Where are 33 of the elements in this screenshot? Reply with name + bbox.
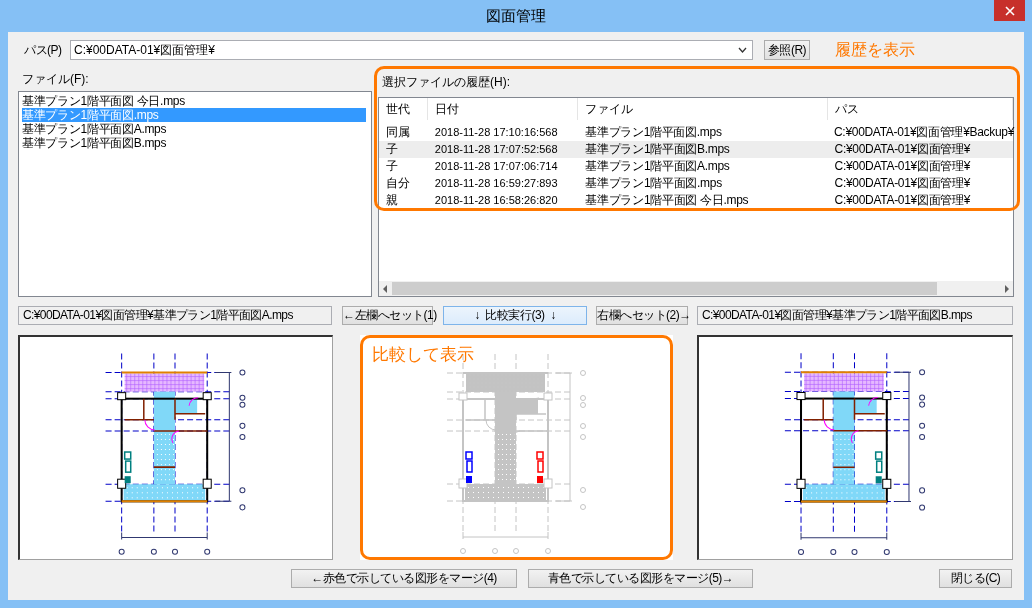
caret-icon: [738, 47, 747, 53]
history-row[interactable]: 子 2018-11-28 17:07:06:714 基準プラン1階平面図A.mps C:¥00DATA-01¥図面管理¥: [379, 158, 1013, 175]
history-row[interactable]: 子 2018-11-28 17:07:52:568 基準プラン1階平面図B.mps C:¥00DATA-01¥図面管理¥: [379, 141, 1013, 158]
column-header[interactable]: ファイル: [578, 98, 828, 120]
close-dialog-button[interactable]: 閉じる(C): [939, 569, 1012, 588]
browse-button[interactable]: 参照(R): [764, 40, 810, 60]
file-list[interactable]: 基準プラン1階平面図 今日.mps 基準プラン1階平面図.mps 基準プラン1階平面図A.mps 基準プラン1階平面図B.mps: [18, 91, 372, 297]
file-list-label: ファイル(F):: [22, 71, 89, 85]
callout-label: 比較して表示: [372, 344, 474, 366]
merge-left-button[interactable]: ←赤色で示している図形をマージ(4): [291, 569, 517, 588]
column-header[interactable]: 日付: [427, 98, 579, 120]
horizontal-scrollbar[interactable]: [379, 281, 1013, 296]
file-list-item[interactable]: 基準プラン1階平面図B.mps: [22, 136, 366, 150]
close-icon: [1004, 5, 1015, 16]
file-list-item[interactable]: 基準プラン1階平面図A.mps: [22, 122, 366, 136]
history-list[interactable]: [378, 97, 1014, 297]
merge-right-button[interactable]: 青色で示している図形をマージ(5)→: [528, 569, 753, 588]
left-path-field: C:¥00DATA-01¥図面管理¥基準プラン1階平面図A.mps: [18, 306, 332, 325]
column-header[interactable]: 世代: [379, 98, 428, 120]
close-button[interactable]: [994, 0, 1025, 21]
path-combo-box[interactable]: C:¥00DATA-01¥図面管理¥: [70, 40, 753, 60]
callout-label: 履歴を表示: [835, 39, 915, 60]
right-path-field: C:¥00DATA-01¥図面管理¥基準プラン1階平面図B.mps: [697, 306, 1013, 325]
window-title: 図面管理: [486, 6, 546, 26]
history-row[interactable]: 同属 2018-11-28 17:10:16:568 基準プラン1階平面図.mps C:¥00DATA-01¥図面管理¥Backup¥: [379, 124, 1013, 141]
column-header[interactable]: パス: [827, 98, 1013, 120]
history-row[interactable]: 自分 2018-11-28 16:59:27:893 基準プラン1階平面図.mps C:¥00DATA-01¥図面管理¥: [379, 175, 1013, 192]
history-row[interactable]: 親 2018-11-28 16:58:26:820 基準プラン1階平面図 今日.mps C:¥00DATA-01¥図面管理¥: [379, 192, 1013, 209]
compare-button[interactable]: ↓ 比較実行(3) ↓: [443, 306, 587, 325]
set-right-button[interactable]: 右欄へセット(2)→: [596, 306, 688, 325]
file-list-item[interactable]: 基準プラン1階平面図 今日.mps: [22, 94, 366, 108]
path-label: パス(P): [24, 41, 63, 59]
history-label: 選択ファイルの履歴(H):: [382, 74, 510, 88]
